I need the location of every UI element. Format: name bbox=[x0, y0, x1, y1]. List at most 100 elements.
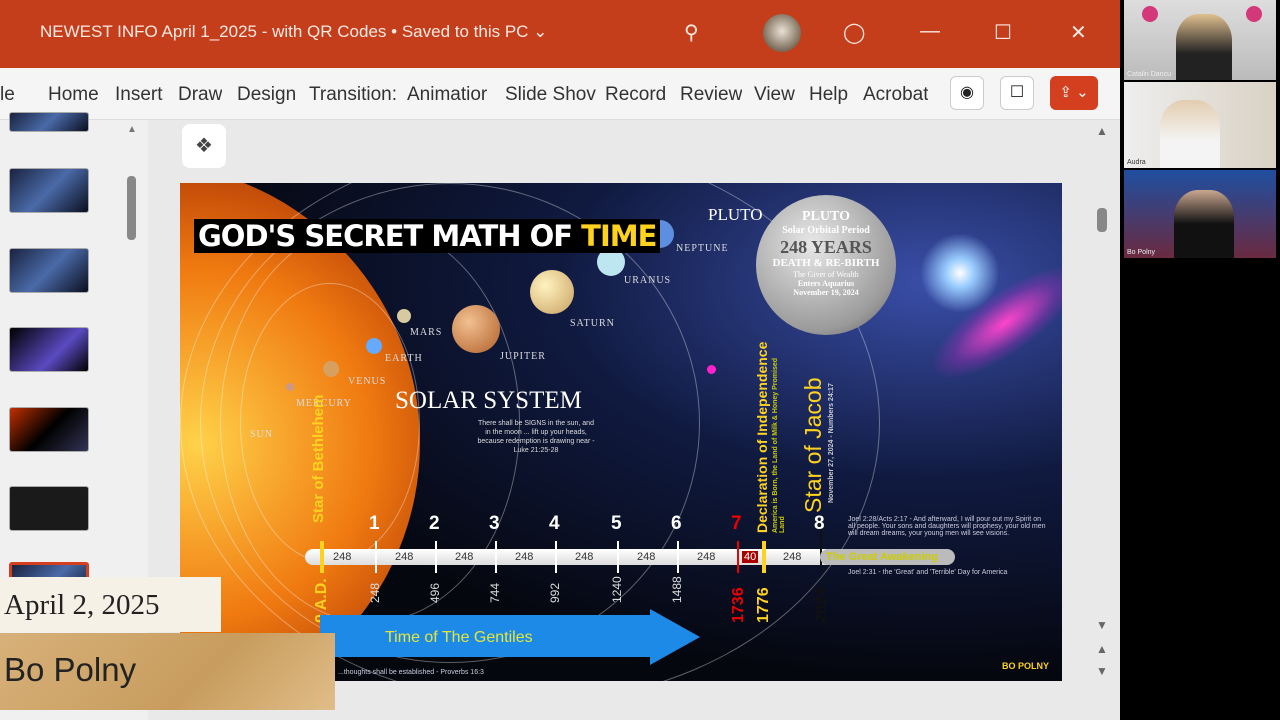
year-label: 248 bbox=[368, 582, 382, 603]
declaration-label: Declaration of Independence bbox=[754, 341, 770, 533]
uranus-label: URANUS bbox=[624, 275, 672, 286]
tab-draw[interactable]: Draw bbox=[178, 84, 222, 106]
timeline-tick bbox=[320, 541, 324, 573]
lightbulb-icon[interactable]: ◯ bbox=[843, 20, 865, 45]
tab-home[interactable]: Home bbox=[48, 84, 99, 106]
participant-tile[interactable]: Bo Polny bbox=[1124, 170, 1276, 258]
pluto-disc: PLUTO Solar Orbital Period 248 YEARS DEA… bbox=[756, 195, 896, 335]
period-number: 8 bbox=[814, 513, 825, 534]
pluto-disc-title: PLUTO bbox=[802, 209, 850, 224]
segment-248: 248 bbox=[395, 551, 414, 563]
maximize-icon[interactable]: ☐ bbox=[994, 20, 1012, 45]
star-of-jacob-label: Star of Jacob bbox=[800, 377, 826, 513]
segment-248: 248 bbox=[455, 551, 474, 563]
proverbs-footer: ...thoughts shall be established - Prove… bbox=[338, 669, 484, 676]
earth bbox=[366, 338, 382, 354]
minimize-icon[interactable]: — bbox=[920, 20, 940, 43]
neptune-label: NEPTUNE bbox=[676, 243, 729, 254]
previous-slide-icon[interactable]: ▲ bbox=[1096, 642, 1108, 656]
segment-248: 248 bbox=[637, 551, 656, 563]
year-label: 1736 bbox=[730, 587, 747, 623]
star-of-bethlehem-label: Star of Bethlehem bbox=[310, 394, 327, 523]
participant-name: Catalin Dancu bbox=[1127, 71, 1171, 78]
tab-transitions[interactable]: Transition: bbox=[309, 84, 402, 106]
tab-help[interactable]: Help bbox=[809, 84, 848, 106]
slide-title: GOD'S SECRET MATH OF TIME bbox=[194, 219, 661, 253]
period-number: 5 bbox=[611, 513, 622, 534]
year-label: 1776 bbox=[755, 587, 772, 623]
next-slide-icon[interactable]: ▼ bbox=[1096, 664, 1108, 678]
participant-tile[interactable]: Catalin Dancu bbox=[1124, 0, 1276, 80]
solar-system-heading: SOLAR SYSTEM bbox=[395, 387, 582, 414]
saturn bbox=[530, 270, 574, 314]
mercury bbox=[286, 383, 294, 391]
title-text: GOD'S SECRET MATH OF bbox=[198, 219, 582, 253]
thumbnail-scrollbar[interactable] bbox=[127, 176, 136, 240]
video-call-panel: Catalin Dancu Audra Bo Polny bbox=[1120, 0, 1280, 720]
timeline-tick bbox=[762, 541, 766, 573]
joel-verse-2: Joel 2:31 - the 'Great' and 'Terrible' D… bbox=[848, 569, 1008, 576]
tab-record[interactable]: Record bbox=[605, 84, 666, 106]
tab-file[interactable]: le bbox=[0, 84, 15, 106]
gentiles-arrow-head bbox=[650, 609, 700, 665]
gentiles-label: Time of The Gentiles bbox=[385, 629, 533, 646]
year-label: 1488 bbox=[670, 576, 684, 603]
earth-label: EARTH bbox=[385, 353, 423, 364]
close-icon[interactable]: ✕ bbox=[1070, 20, 1087, 45]
search-icon[interactable]: ⚲ bbox=[684, 20, 699, 45]
avatar[interactable] bbox=[763, 14, 801, 52]
title-bar: NEWEST INFO April 1_2025 - with QR Codes… bbox=[0, 0, 1120, 68]
declaration-sub: America is Born, the Land of Milk & Hone… bbox=[772, 357, 786, 533]
timeline-tick bbox=[375, 541, 377, 573]
venus bbox=[323, 361, 339, 377]
participant-name: Bo Polny bbox=[1127, 249, 1156, 256]
comments-button[interactable]: ☐ bbox=[1000, 76, 1034, 110]
pluto-line: The Giver of Wealth bbox=[793, 269, 859, 279]
slide-thumbnail[interactable] bbox=[9, 486, 89, 531]
scroll-up-icon[interactable]: ▲ bbox=[127, 124, 137, 135]
tab-slide-show[interactable]: Slide Shov bbox=[505, 84, 598, 106]
tab-animations[interactable]: Animatior bbox=[407, 84, 500, 106]
tab-review[interactable]: Review bbox=[680, 84, 742, 106]
tab-design[interactable]: Design bbox=[237, 84, 296, 106]
joel-verse: Joel 2:28/Acts 2:17 - And afterward, I w… bbox=[848, 516, 1046, 537]
scroll-down-icon[interactable]: ▼ bbox=[1096, 618, 1108, 632]
slide-thumbnail[interactable] bbox=[9, 407, 89, 452]
scroll-up-icon[interactable]: ▲ bbox=[1096, 124, 1108, 138]
great-awakening-label: The Great Awakening bbox=[820, 549, 955, 565]
year-label: 992 bbox=[548, 582, 562, 603]
participant-name: Audra bbox=[1127, 159, 1146, 166]
record-button[interactable]: ◉ bbox=[950, 76, 984, 110]
mars bbox=[397, 309, 411, 323]
segment-248: 248 bbox=[333, 551, 352, 563]
pluto-label: PLUTO bbox=[708, 205, 763, 224]
period-number: 7 bbox=[731, 513, 742, 534]
tab-view[interactable]: View bbox=[754, 84, 795, 106]
pluto-death-rebirth: DEATH & RE-BIRTH bbox=[772, 257, 880, 270]
share-button[interactable]: ⇪ ⌄ bbox=[1050, 76, 1098, 110]
timeline-tick bbox=[737, 541, 739, 573]
year-label: 2024 bbox=[813, 587, 830, 623]
segment-248: 248 bbox=[515, 551, 534, 563]
year-label: 1240 bbox=[610, 576, 624, 603]
copilot-icon[interactable]: ❖ bbox=[182, 124, 226, 168]
period-number: 3 bbox=[489, 513, 500, 534]
jupiter bbox=[452, 305, 500, 353]
tab-acrobat[interactable]: Acrobat bbox=[863, 84, 928, 106]
luke-verse: There shall be SIGNS in the sun, and in … bbox=[477, 420, 595, 455]
timeline-tick bbox=[677, 541, 679, 573]
ribbon: le Home Insert Draw Design Transition: A… bbox=[0, 68, 1120, 120]
pluto-date: November 19, 2024 bbox=[793, 288, 859, 298]
timeline-tick bbox=[555, 541, 557, 573]
slide-thumbnail[interactable] bbox=[9, 112, 89, 132]
participant-tile[interactable]: Audra bbox=[1124, 82, 1276, 168]
slide-thumbnail[interactable] bbox=[9, 168, 89, 213]
slide-thumbnail[interactable] bbox=[9, 248, 89, 293]
timeline-tick bbox=[617, 541, 619, 573]
slide-thumbnail[interactable] bbox=[9, 327, 89, 372]
document-title[interactable]: NEWEST INFO April 1_2025 - with QR Codes… bbox=[40, 22, 547, 42]
tab-insert[interactable]: Insert bbox=[115, 84, 163, 106]
bo-polny-logo: BO POLNY bbox=[1002, 661, 1050, 671]
pink-star bbox=[707, 365, 716, 374]
slide-scrollbar[interactable] bbox=[1097, 208, 1107, 232]
